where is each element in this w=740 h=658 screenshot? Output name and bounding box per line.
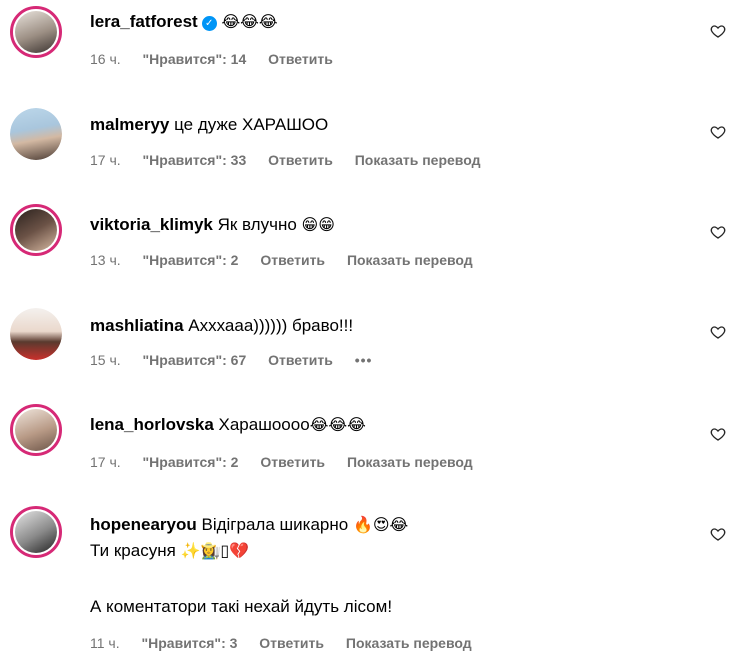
- comment-username[interactable]: hopenearyou: [90, 515, 197, 534]
- comment-emoji: 😂😂😂: [309, 415, 366, 434]
- comment-likes[interactable]: "Нравится": 2: [143, 454, 239, 470]
- comment-emoji: 🔥😍😂: [352, 515, 409, 534]
- comment-text: Відіграла шикарно: [201, 515, 349, 534]
- comment-username[interactable]: mashliatina: [90, 316, 184, 335]
- comment-time[interactable]: 15 ч.: [90, 352, 121, 368]
- like-heart-icon[interactable]: [710, 224, 726, 240]
- comment-time[interactable]: 11 ч.: [90, 635, 120, 651]
- show-translation-button[interactable]: Показать перевод: [347, 454, 473, 470]
- reply-button[interactable]: Ответить: [259, 635, 324, 651]
- reply-button[interactable]: Ответить: [268, 51, 333, 67]
- comment-likes[interactable]: "Нравится": 67: [143, 352, 247, 368]
- comment-emoji: 😂😂😂: [221, 12, 278, 31]
- avatar[interactable]: [10, 506, 62, 558]
- comment-emoji: 😁😁: [301, 215, 335, 234]
- comment-username[interactable]: lera_fatforest: [90, 12, 198, 31]
- more-options-icon[interactable]: •••: [355, 352, 373, 368]
- comment-text-line2: Ти красуня: [90, 541, 176, 560]
- reply-button[interactable]: Ответить: [268, 352, 333, 368]
- show-translation-button[interactable]: Показать перевод: [346, 635, 472, 651]
- like-heart-icon[interactable]: [710, 426, 726, 442]
- avatar[interactable]: [10, 204, 62, 256]
- like-heart-icon[interactable]: [710, 124, 726, 140]
- avatar[interactable]: [10, 308, 62, 360]
- reply-button[interactable]: Ответить: [260, 454, 325, 470]
- show-translation-button[interactable]: Показать перевод: [347, 252, 473, 268]
- comment-username[interactable]: viktoria_klimyk: [90, 215, 213, 234]
- show-translation-button[interactable]: Показать перевод: [355, 152, 481, 168]
- comment-time[interactable]: 13 ч.: [90, 252, 121, 268]
- comment-text-line3: А коментатори такі нехай йдуть лісом!: [90, 597, 393, 616]
- like-heart-icon[interactable]: [710, 23, 726, 39]
- reply-button[interactable]: Ответить: [260, 252, 325, 268]
- comment-emoji-line2: ✨👩‍🌾▯💔: [180, 541, 250, 560]
- reply-button[interactable]: Ответить: [268, 152, 333, 168]
- comment-text: Ахххааа)))))) браво!!!: [188, 316, 354, 335]
- comment-time[interactable]: 16 ч.: [90, 51, 121, 67]
- comment-text: Харашоооо: [218, 415, 310, 434]
- comment-likes[interactable]: "Нравится": 33: [143, 152, 247, 168]
- comment-username[interactable]: malmeryy: [90, 115, 169, 134]
- avatar[interactable]: [10, 6, 62, 58]
- avatar[interactable]: [10, 404, 62, 456]
- comment-text: це дуже ХАРАШОО: [174, 115, 329, 134]
- comment-username[interactable]: lena_horlovska: [90, 415, 214, 434]
- like-heart-icon[interactable]: [710, 324, 726, 340]
- like-heart-icon[interactable]: [710, 526, 726, 542]
- comment-likes[interactable]: "Нравится": 14: [143, 51, 247, 67]
- comment-likes[interactable]: "Нравится": 3: [142, 635, 238, 651]
- avatar[interactable]: [10, 108, 62, 160]
- comment-time[interactable]: 17 ч.: [90, 152, 121, 168]
- comment-time[interactable]: 17 ч.: [90, 454, 121, 470]
- verified-badge-icon: ✓: [201, 16, 217, 31]
- comment-likes[interactable]: "Нравится": 2: [143, 252, 239, 268]
- comment-text: Як влучно: [217, 215, 297, 234]
